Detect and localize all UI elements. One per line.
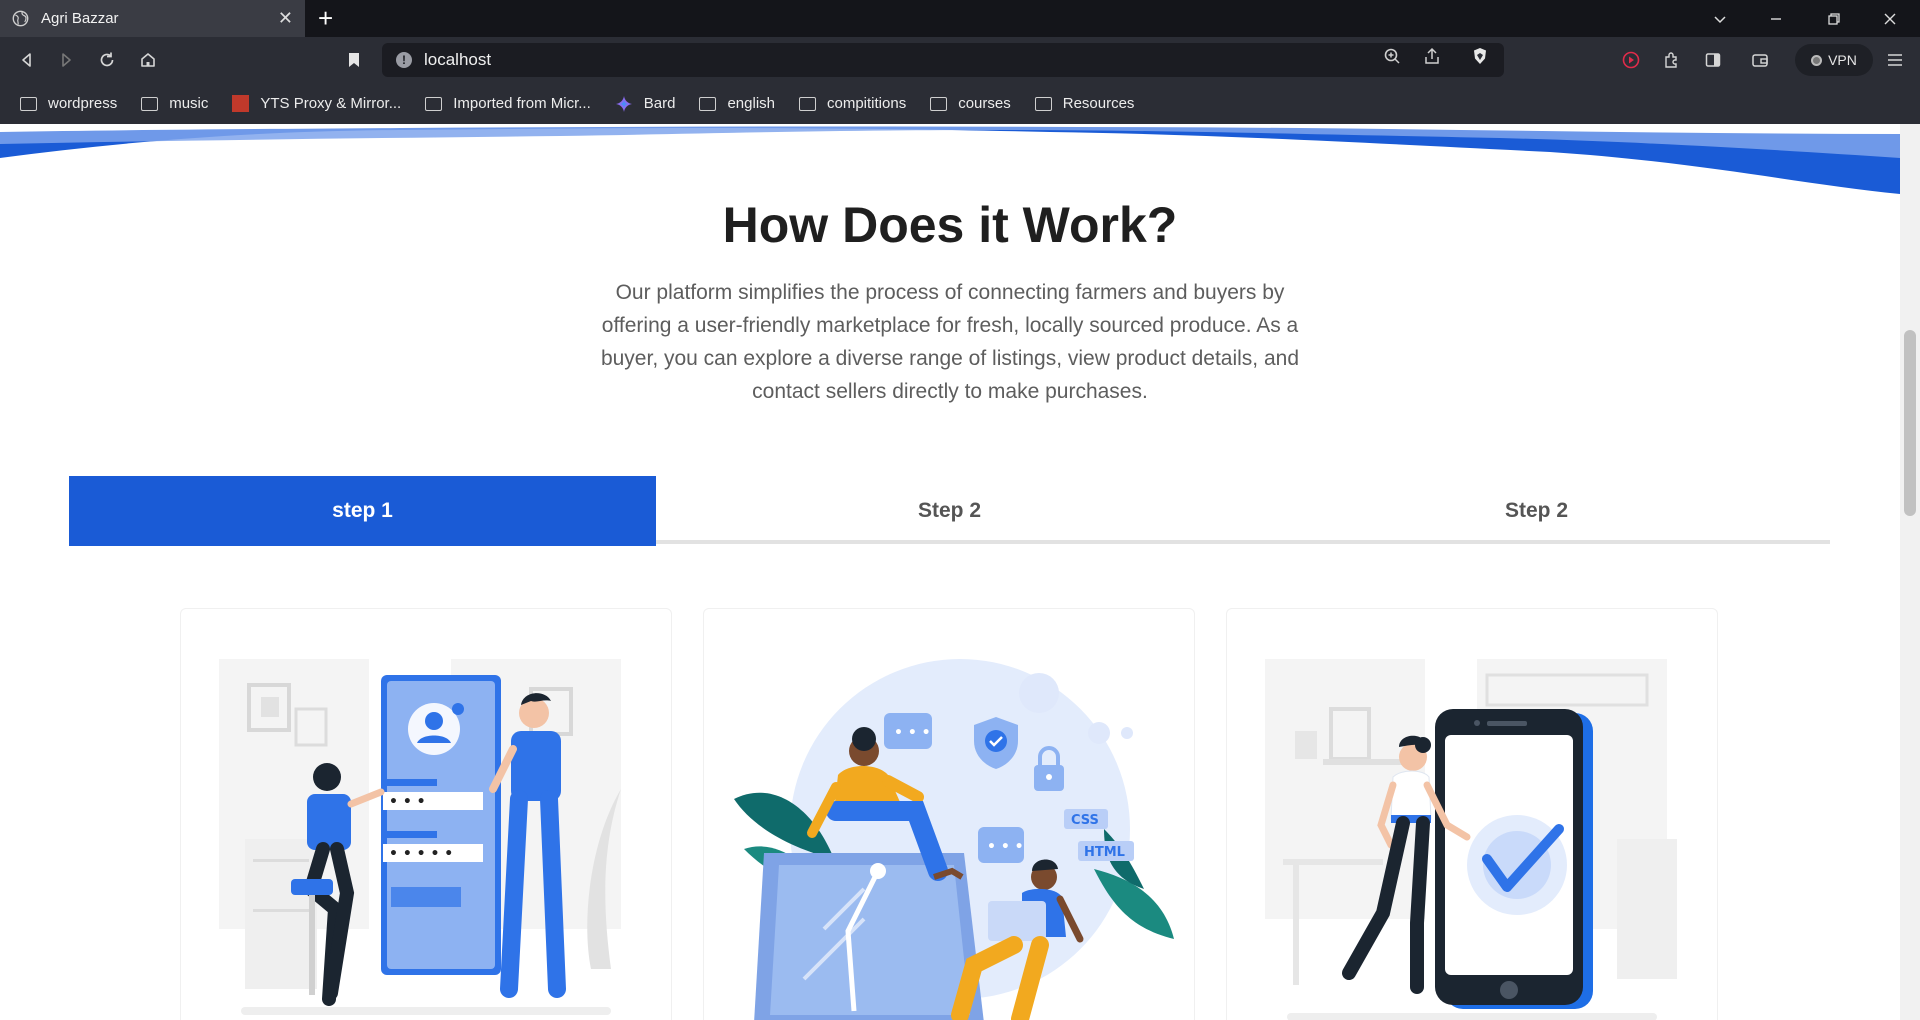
bookmark-icon[interactable] <box>339 45 369 75</box>
svg-text:HTML: HTML <box>1084 845 1125 860</box>
bookmark-yts[interactable]: YTS Proxy & Mirror... <box>232 95 401 112</box>
close-window-button[interactable] <box>1862 0 1918 37</box>
back-icon[interactable] <box>12 45 42 75</box>
browser-toolbar: ! localhost VPN <box>0 37 1920 83</box>
svg-text:CSS: CSS <box>1071 813 1099 828</box>
media-player-icon[interactable] <box>1616 45 1646 75</box>
svg-text:• • •: • • • <box>894 725 931 741</box>
bookmark-label: YTS Proxy & Mirror... <box>260 95 402 112</box>
header-wave-decoration <box>0 124 1900 194</box>
brave-shield-icon[interactable] <box>1469 45 1491 67</box>
page-viewport: How Does it Work? Our platform simplifie… <box>0 124 1900 1020</box>
scrollbar-thumb[interactable] <box>1904 330 1916 516</box>
section-description: Our platform simplifies the process of c… <box>600 281 1300 403</box>
bookmark-label: Resources <box>1062 95 1135 112</box>
vpn-button[interactable]: VPN <box>1795 44 1873 76</box>
site-info-icon[interactable]: ! <box>396 52 412 68</box>
step-tabs: step 1 Step 2 Step 2 <box>69 476 1830 546</box>
step-card-3 <box>1226 608 1718 1020</box>
bookmark-bard[interactable]: Bard <box>615 95 676 113</box>
menu-icon[interactable] <box>1880 45 1910 75</box>
section-title: How Does it Work? <box>722 197 1178 253</box>
tab-title: Agri Bazzar <box>41 10 119 27</box>
restore-button[interactable] <box>1806 0 1862 37</box>
address-bar[interactable]: ! localhost <box>382 43 1504 77</box>
reload-icon[interactable] <box>92 45 122 75</box>
bookmark-label: english <box>727 95 775 112</box>
bookmark-label: compititions <box>827 95 907 112</box>
bookmark-label: music <box>169 95 209 112</box>
bookmark-label: Imported from Micr... <box>453 95 591 112</box>
bookmark-label: wordpress <box>48 95 118 112</box>
close-tab-icon[interactable]: ✕ <box>278 8 293 29</box>
bookmark-imported[interactable]: Imported from Micr... <box>425 95 591 112</box>
url-text[interactable]: localhost <box>424 50 491 70</box>
home-icon[interactable] <box>133 45 163 75</box>
sign-up-login-illustration: • • • • • • • • <box>219 659 621 1015</box>
tab-step-2[interactable]: Step 2 <box>656 476 1243 546</box>
share-icon[interactable] <box>1421 45 1443 67</box>
yts-favicon <box>232 95 250 112</box>
zoom-icon[interactable] <box>1381 45 1403 67</box>
browser-tab[interactable]: Agri Bazzar ✕ <box>0 0 305 37</box>
folder-icon <box>1034 96 1052 111</box>
page-scrollbar[interactable] <box>1900 124 1920 1020</box>
svg-text:• • •: • • • <box>987 839 1024 855</box>
bookmark-wordpress[interactable]: wordpress <box>20 95 117 112</box>
folder-icon <box>799 96 816 111</box>
forward-icon[interactable] <box>51 45 81 75</box>
bookmark-english[interactable]: english <box>699 95 775 112</box>
sidebar-icon[interactable] <box>1698 45 1728 75</box>
step-card-2: • • • • • • CSS HTML <box>703 608 1195 1020</box>
svg-text:• • •: • • • <box>389 794 426 810</box>
bookmarks-bar: wordpress music YTS Proxy & Mirror... Im… <box>0 83 1920 124</box>
tab-step-1[interactable]: step 1 <box>69 476 656 546</box>
bookmark-music[interactable]: music <box>141 95 208 112</box>
folder-icon <box>20 96 37 111</box>
minimize-button[interactable] <box>1748 0 1804 37</box>
globe-icon <box>12 10 29 27</box>
folder-icon <box>141 96 159 111</box>
bookmark-resources[interactable]: Resources <box>1034 95 1135 112</box>
bookmark-compititions[interactable]: compititions <box>799 95 906 112</box>
vpn-label: VPN <box>1828 52 1857 68</box>
tab-step-3[interactable]: Step 2 <box>1243 476 1830 546</box>
tab-list-chevron-icon[interactable] <box>1692 0 1748 37</box>
browser-tab-strip: Agri Bazzar ✕ + <box>0 0 1920 37</box>
extensions-icon[interactable] <box>1657 45 1687 75</box>
bookmark-label: Bard <box>643 95 676 112</box>
folder-icon <box>699 96 717 111</box>
wallet-icon[interactable] <box>1745 45 1775 75</box>
bookmark-courses[interactable]: courses <box>930 95 1011 112</box>
folder-icon <box>425 96 443 111</box>
bookmark-label: courses <box>958 95 1011 112</box>
new-tab-button[interactable]: + <box>318 4 333 32</box>
secure-chat-illustration: • • • • • • CSS HTML <box>734 659 1174 1020</box>
phone-verified-illustration <box>1265 659 1677 1020</box>
step-card-1: • • • • • • • • <box>180 608 672 1020</box>
svg-text:• • • • •: • • • • • <box>389 846 453 862</box>
folder-icon <box>930 96 948 111</box>
vpn-status-icon <box>1811 54 1823 66</box>
bard-sparkle-icon <box>615 95 632 112</box>
